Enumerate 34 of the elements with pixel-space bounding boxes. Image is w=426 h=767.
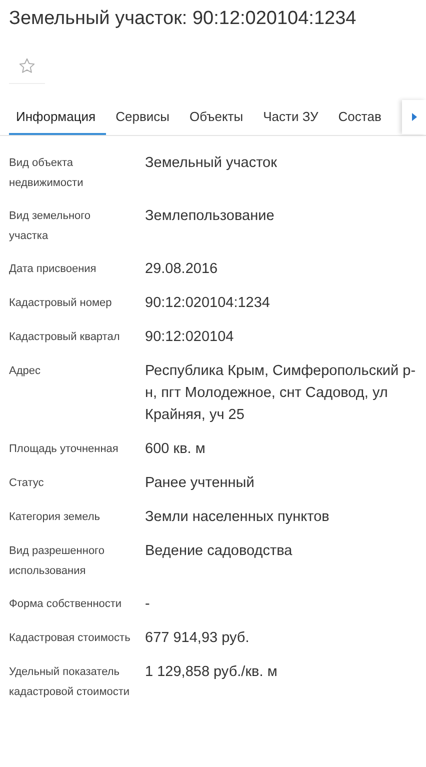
field-value: 90:12:020104 bbox=[145, 328, 235, 347]
field-value: - bbox=[145, 595, 151, 614]
field-label: Кадастровый квартал bbox=[9, 330, 121, 345]
field-label: Категория земель bbox=[9, 510, 101, 525]
caret-icon bbox=[412, 113, 416, 121]
field-label: Кадастровый номер bbox=[9, 296, 113, 311]
field-label: Адрес bbox=[9, 364, 42, 379]
field-label: Вид земельного участка bbox=[9, 209, 92, 244]
field-value: 600 кв. м bbox=[145, 440, 206, 459]
field-label: Удельный показатель кадастровой стоимости bbox=[9, 665, 131, 700]
field-value: Земли населенных пунктов bbox=[145, 508, 330, 527]
field-label: Статус bbox=[9, 476, 45, 491]
tab[interactable]: Состав bbox=[328, 100, 392, 135]
field-value: Ведение садоводства bbox=[145, 542, 294, 561]
page-title: Земельный участок: 90:12:020104:1234 bbox=[8, 7, 358, 31]
tab[interactable]: Сервисы bbox=[106, 100, 180, 135]
tab[interactable]: Части ЗУ bbox=[253, 100, 328, 135]
field-value: Республика Крым, Симферопольский р-н, пгт Молодежное, снт Садовод, ул Крайняя, уч 25 bbox=[145, 362, 417, 425]
field-value: 677 914,93 руб. bbox=[145, 629, 250, 648]
tab[interactable]: Объекты bbox=[179, 100, 254, 135]
field-value: Землепользование bbox=[145, 207, 276, 226]
field-label: Вид разрешенного использования bbox=[9, 544, 106, 579]
field-value: 90:12:020104:1234 bbox=[145, 294, 271, 313]
field-label: Площадь уточненная bbox=[9, 442, 120, 457]
scroll-tabs-button[interactable] bbox=[402, 100, 426, 134]
field-value: 29.08.2016 bbox=[145, 260, 219, 279]
field-value: Ранее учтенный bbox=[145, 474, 256, 493]
field-label: Дата присвоения bbox=[9, 262, 98, 277]
field-label: Вид объекта недвижимости bbox=[9, 156, 84, 191]
tab[interactable]: Информация bbox=[9, 100, 106, 135]
field-value: Земельный участок bbox=[145, 154, 278, 173]
field-label: Форма собственности bbox=[9, 597, 123, 612]
field-label: Кадастровая стоимость bbox=[9, 631, 132, 646]
field-value: 1 129,858 руб./кв. м bbox=[145, 663, 278, 682]
